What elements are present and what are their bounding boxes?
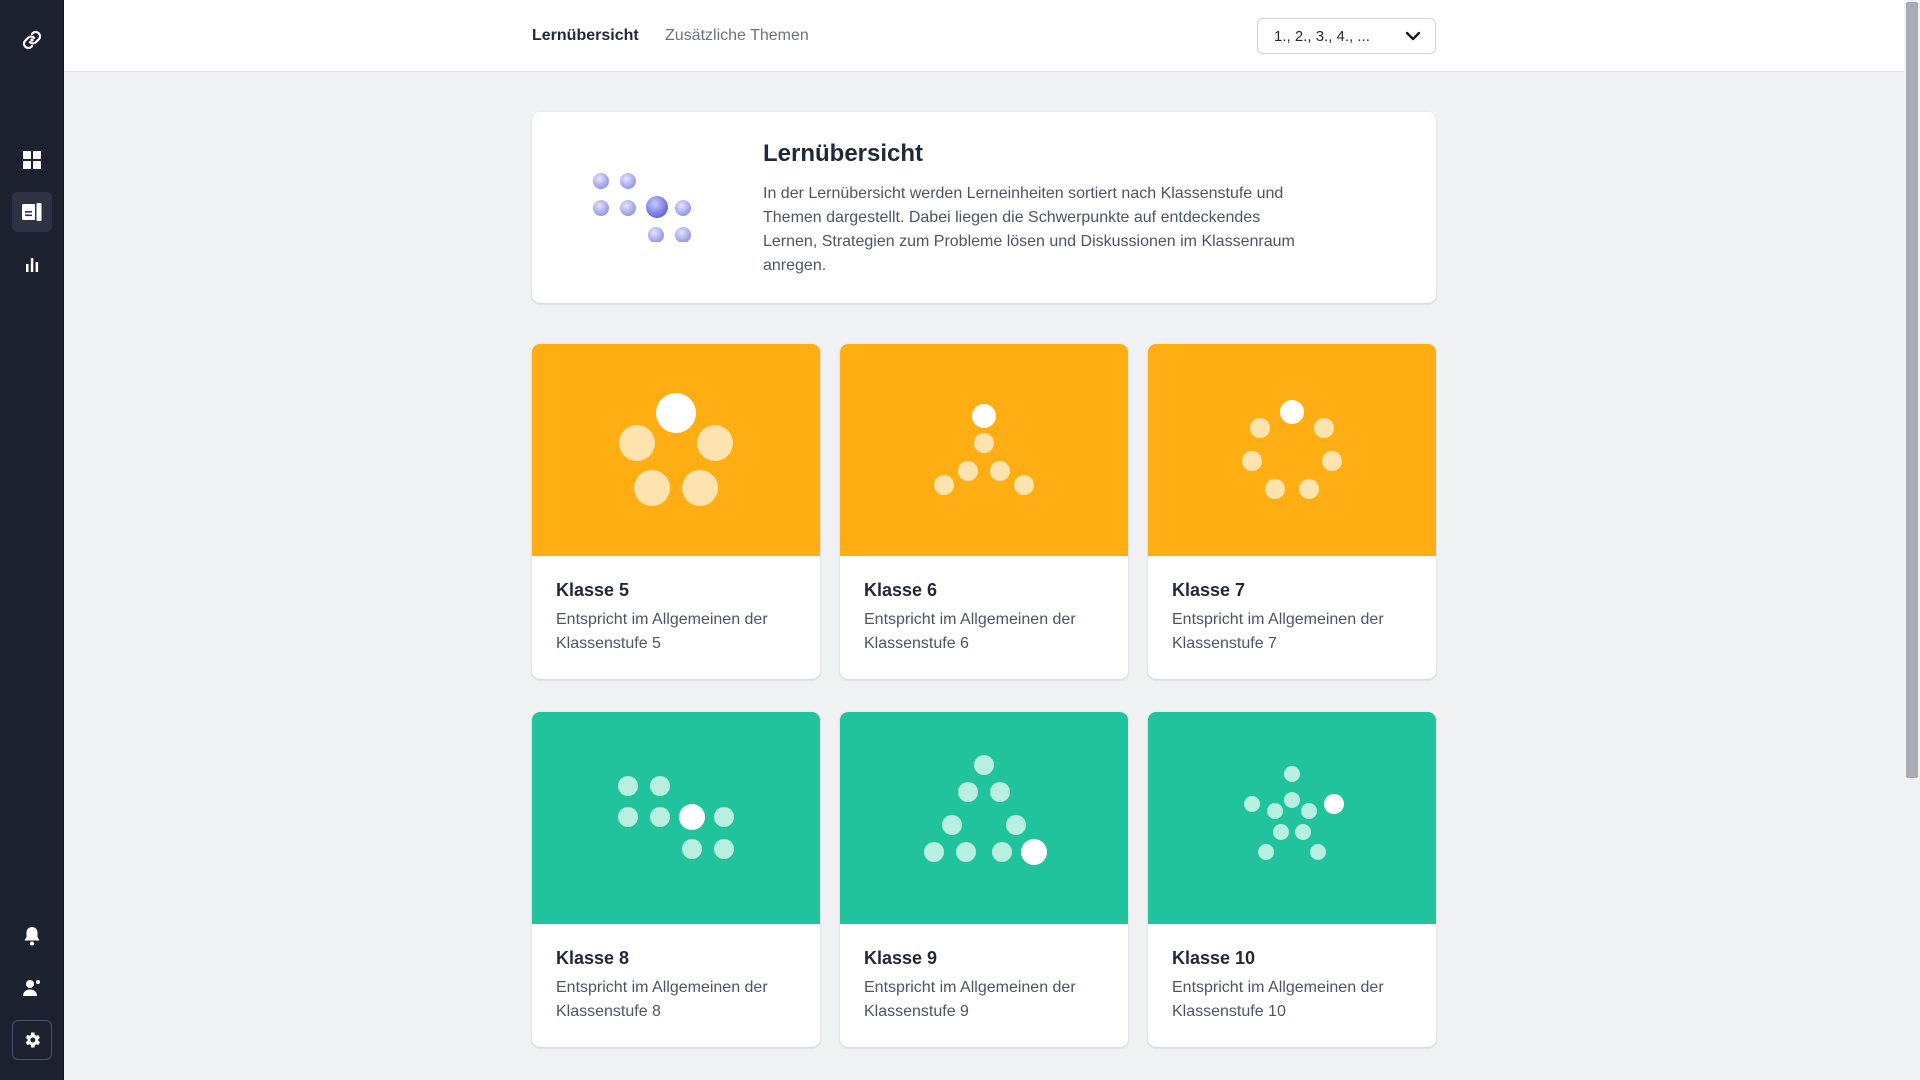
dots-illustration-icon bbox=[593, 173, 691, 242]
intro-description: In der Lernübersicht werden Lerneinheite… bbox=[763, 185, 1295, 274]
bell-icon bbox=[24, 927, 40, 946]
card-banner bbox=[532, 344, 820, 556]
dots-pattern-icon bbox=[924, 755, 1047, 865]
card-title: Klasse 5 bbox=[556, 580, 630, 600]
card-title: Klasse 7 bbox=[1172, 580, 1246, 600]
grade-card-6[interactable]: Klasse 6 Entspricht im Allgemeinen der K… bbox=[840, 344, 1128, 679]
settings-button[interactable] bbox=[12, 1020, 52, 1060]
card-banner bbox=[532, 712, 820, 924]
scrollbar-thumb[interactable] bbox=[1906, 2, 1918, 778]
app-logo-link-icon[interactable] bbox=[12, 20, 52, 60]
dots-pattern-icon bbox=[1244, 766, 1344, 860]
card-title: Klasse 10 bbox=[1172, 948, 1256, 968]
card-banner bbox=[840, 344, 1128, 556]
card-banner bbox=[1148, 344, 1436, 556]
card-description: Entspricht im Allgemeinen der Klassenstu… bbox=[556, 611, 768, 652]
tab-learning-overview[interactable]: Lernübersicht bbox=[532, 26, 639, 46]
card-title: Klasse 8 bbox=[556, 948, 630, 968]
sidebar bbox=[0, 0, 64, 1080]
grade-select-value: 1., 2., 3., 4., ... bbox=[1274, 27, 1370, 45]
card-description: Entspricht im Allgemeinen der Klassenstu… bbox=[1172, 979, 1384, 1020]
link-logo-icon bbox=[22, 30, 42, 50]
tab-additional-topics[interactable]: Zusätzliche Themen bbox=[665, 26, 809, 46]
sidebar-item-learning-overview[interactable] bbox=[12, 192, 52, 232]
intro-title: Lernübersicht bbox=[763, 140, 924, 167]
dots-pattern-icon bbox=[1242, 400, 1342, 499]
dashboard-grid-icon bbox=[23, 151, 41, 169]
dots-pattern-icon bbox=[934, 404, 1034, 495]
card-banner bbox=[840, 712, 1128, 924]
card-description: Entspricht im Allgemeinen der Klassenstu… bbox=[864, 611, 1076, 652]
grade-select[interactable]: 1., 2., 3., 4., ... bbox=[1257, 18, 1436, 54]
bar-chart-icon bbox=[26, 258, 39, 272]
sidebar-item-dashboard[interactable] bbox=[12, 140, 52, 180]
card-banner bbox=[1148, 712, 1436, 924]
dots-pattern-icon bbox=[618, 776, 734, 859]
grade-card-5[interactable]: Klasse 5 Entspricht im Allgemeinen der K… bbox=[532, 344, 820, 679]
intro-card: Lernübersicht In der Lernübersicht werde… bbox=[532, 112, 1436, 303]
top-bar: Lernübersicht Zusätzliche Themen 1., 2.,… bbox=[64, 0, 1904, 72]
dots-pattern-icon bbox=[619, 393, 733, 506]
chevron-down-icon bbox=[1405, 31, 1421, 41]
book-icon bbox=[22, 203, 42, 221]
profile-button[interactable] bbox=[12, 968, 52, 1008]
card-title: Klasse 6 bbox=[864, 580, 938, 600]
grade-card-8[interactable]: Klasse 8 Entspricht im Allgemeinen der K… bbox=[532, 712, 820, 1047]
card-description: Entspricht im Allgemeinen der Klassenstu… bbox=[1172, 611, 1384, 652]
card-title: Klasse 9 bbox=[864, 948, 938, 968]
card-description: Entspricht im Allgemeinen der Klassenstu… bbox=[864, 979, 1076, 1020]
grade-card-7[interactable]: Klasse 7 Entspricht im Allgemeinen der K… bbox=[1148, 344, 1436, 679]
sidebar-item-statistics[interactable] bbox=[12, 244, 52, 284]
notifications-button[interactable] bbox=[12, 916, 52, 956]
gear-icon bbox=[25, 1032, 40, 1048]
card-description: Entspricht im Allgemeinen der Klassenstu… bbox=[556, 979, 768, 1020]
grade-card-10[interactable]: Klasse 10 Entspricht im Allgemeinen der … bbox=[1148, 712, 1436, 1047]
grade-card-9[interactable]: Klasse 9 Entspricht im Allgemeinen der K… bbox=[840, 712, 1128, 1047]
user-icon bbox=[23, 980, 40, 996]
